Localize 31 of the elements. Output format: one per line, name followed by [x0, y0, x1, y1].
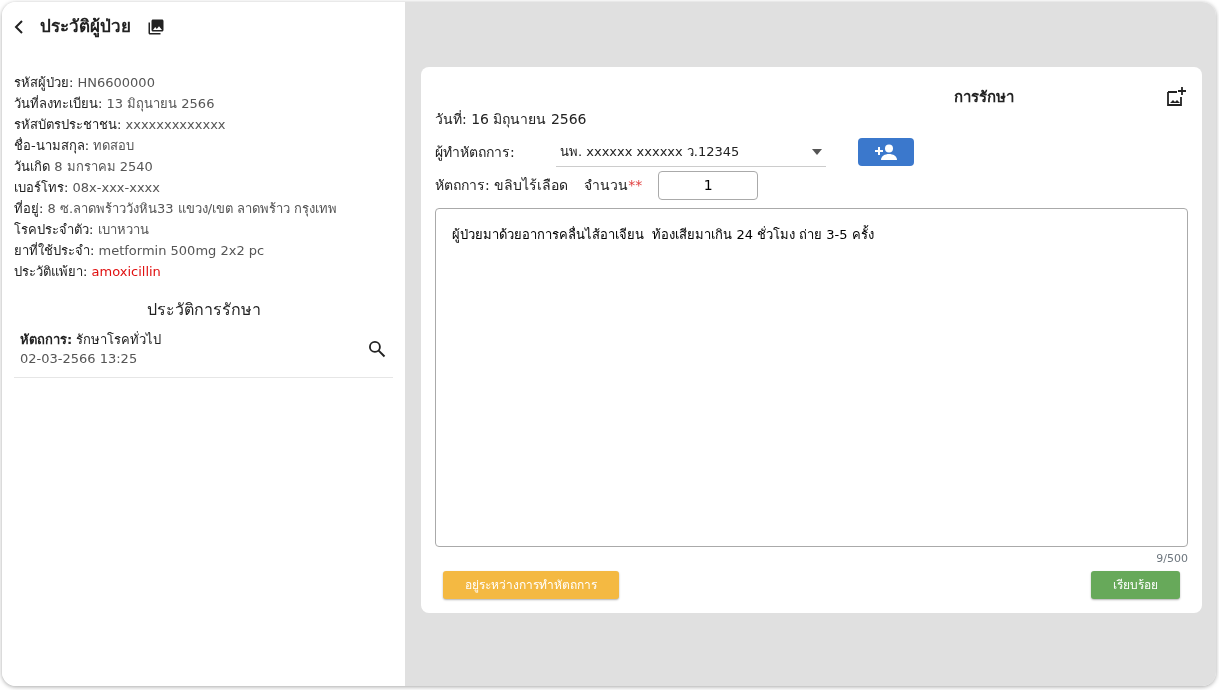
date-text: วันที่: 16 มิถุนายน 2566	[435, 109, 588, 130]
procedure-text: หัตถการ: ขลิบไร้เลือด	[435, 175, 569, 195]
search-icon[interactable]	[367, 339, 387, 359]
gallery-icon[interactable]	[147, 17, 165, 36]
field-label: ผู้ทำหัตถการ:	[435, 142, 516, 163]
info-row-text: วันเกิด 8 มกราคม 2540	[14, 157, 154, 176]
history-item[interactable]: หัตถการ: รักษาโรคทั่วไป 02-03-2566 13:25	[14, 325, 393, 378]
info-row-text: รหัสผู้ป่วย: HN6600000	[14, 73, 156, 93]
info-row-text: โรคประจำตัว: เบาหวาน	[14, 220, 150, 239]
quantity-label: จำนวน**	[584, 175, 643, 195]
info-row-text: วันที่ลงทะเบียน: 13 มิถุนายน 2566	[14, 94, 216, 114]
add-image-icon[interactable]	[1164, 85, 1188, 109]
info-row-text: ที่อยู่: 8 ซ.ลาดพร้าววังหิน33 แขวง/เขต ลาดพร้าว กรุงเทพ	[14, 199, 339, 219]
procedure-line: หัตถการ: รักษาโรคทั่วไป	[20, 330, 163, 349]
add-person-icon	[874, 144, 898, 161]
card-title: การรักษา	[953, 86, 1016, 108]
info-row-text: ชื่อ-นามสกุล: ทดสอบ	[14, 136, 136, 156]
dropdown-caret-icon	[812, 148, 822, 155]
character-counter: 9/500	[1155, 550, 1188, 567]
section-title: ประวัติการรักษา	[145, 298, 262, 321]
info-row-text: เบอร์โทร: 08x-xxx-xxxx	[14, 178, 161, 197]
info-row-text: รหัสบัตรประชาชน: xxxxxxxxxxxxx	[14, 115, 227, 134]
info-row-text: ยาที่ใช้ประจำ: metformin 500mg 2x2 pc	[14, 241, 266, 260]
history-datetime: 02-03-2566 13:25	[20, 350, 139, 368]
notes-field[interactable]: ผู้ป่วยมาด้วยอาการคลื่นไส้อาเจียน ท้องเสียมาเกิน 24 ชั่วโมง ถ่าย 3-5 ครั้ง	[435, 207, 1188, 547]
back-icon[interactable]	[14, 19, 24, 34]
operator-dropdown[interactable]: นพ. xxxxxx xxxxxx ว.12345	[556, 138, 826, 167]
quantity-field[interactable]: 1	[658, 170, 759, 200]
page-title: ประวัติผู้ป่วย	[40, 15, 131, 40]
add-person-button[interactable]	[858, 138, 914, 167]
info-row-text: ประวัติแพ้ยา: amoxicillin	[14, 262, 162, 281]
